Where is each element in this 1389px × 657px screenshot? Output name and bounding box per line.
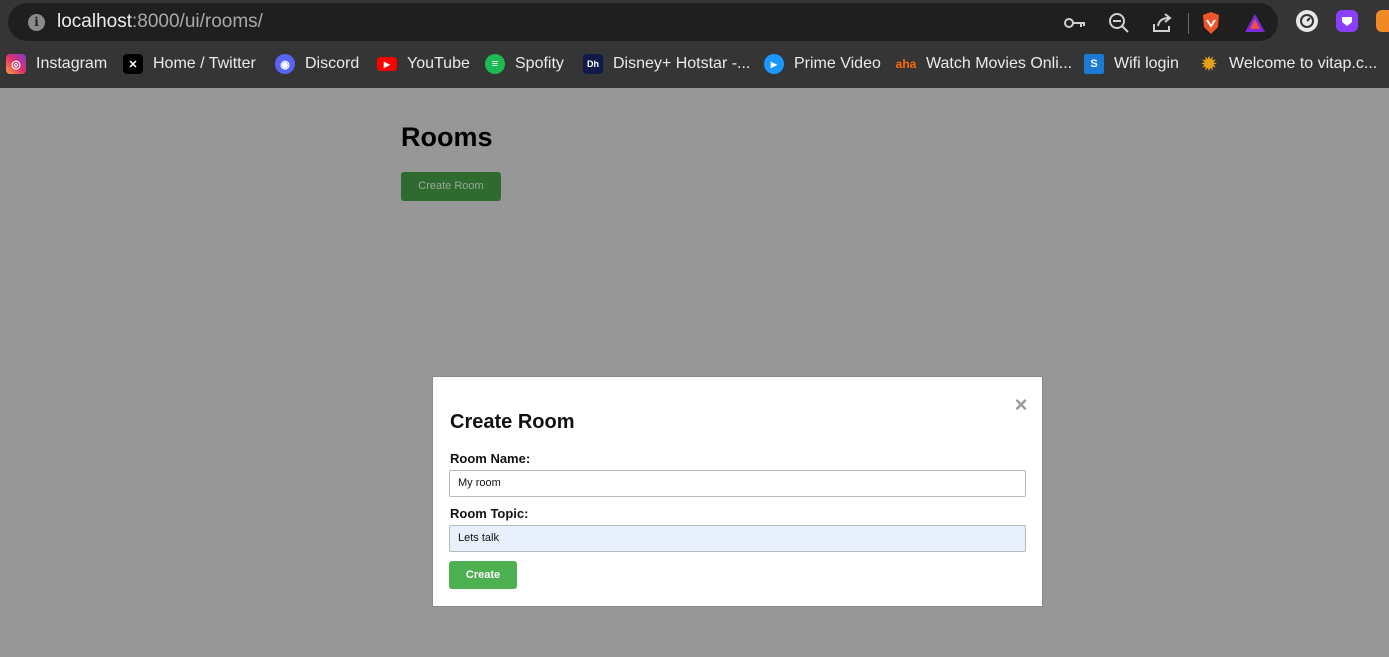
x-twitter-icon: ✕ [123, 54, 143, 74]
vitap-icon: ✹ [1201, 53, 1217, 74]
url-host: localhost [57, 11, 132, 32]
address-bar[interactable]: i localhost:8000/ui/rooms/ [8, 3, 1278, 41]
hotstar-icon: Dh [583, 54, 603, 74]
aha-icon: aha [895, 57, 917, 71]
room-name-label: Room Name: [450, 451, 531, 466]
bookmark-youtube[interactable]: ▶ YouTube [377, 50, 470, 78]
bookmark-label: Wifi login [1114, 55, 1179, 72]
brave-shields-icon[interactable] [1198, 10, 1224, 36]
modal-title: Create Room [450, 411, 575, 433]
bookmark-label: Prime Video [794, 55, 881, 72]
share-icon[interactable] [1149, 10, 1175, 36]
bookmark-hotstar[interactable]: Dh Disney+ Hotstar -... [583, 50, 750, 78]
bookmark-twitter[interactable]: ✕ Home / Twitter [123, 50, 256, 78]
bookmark-label: YouTube [407, 55, 470, 72]
bookmark-label: Spofity [515, 55, 564, 72]
bookmark-vitap[interactable]: ✹ Welcome to vitap.c... [1199, 50, 1377, 78]
bookmark-label: Disney+ Hotstar -... [613, 55, 751, 72]
brave-rewards-icon[interactable] [1242, 10, 1268, 36]
url-path: :8000/ui/rooms/ [132, 11, 263, 32]
bookmark-wifi-login[interactable]: S Wifi login [1084, 50, 1179, 78]
room-name-input[interactable]: My room [449, 470, 1026, 497]
bookmark-label: Home / Twitter [153, 55, 256, 72]
create-room-modal: × Create Room Room Name: My room Room To… [432, 376, 1043, 607]
room-topic-input[interactable]: Lets talk [449, 525, 1026, 552]
bookmark-discord[interactable]: ◉ Discord [275, 50, 359, 78]
toolbar-separator [1188, 13, 1189, 34]
extension-purple-icon[interactable] [1336, 10, 1358, 32]
discord-icon: ◉ [275, 54, 295, 74]
extension-speedometer-icon[interactable] [1296, 10, 1318, 32]
site-info-icon[interactable]: i [28, 14, 45, 31]
instagram-icon: ◎ [6, 54, 26, 74]
create-room-button[interactable]: Create Room [401, 172, 501, 201]
wifi-login-icon: S [1084, 54, 1104, 74]
page-title: Rooms [401, 122, 493, 152]
bookmark-instagram[interactable]: ◎ Instagram [6, 50, 107, 78]
password-key-icon[interactable] [1062, 10, 1088, 36]
bookmark-label: Welcome to vitap.c... [1229, 55, 1378, 72]
browser-chrome: i localhost:8000/ui/rooms/ ◎ Instagram ✕… [0, 0, 1389, 88]
bookmark-label: Discord [305, 55, 360, 72]
spotify-icon: ≡ [485, 54, 505, 74]
bookmark-prime-video[interactable]: ▶ Prime Video [764, 50, 881, 78]
bookmark-spotify[interactable]: ≡ Spofity [485, 50, 564, 78]
url-text[interactable]: localhost:8000/ui/rooms/ [57, 11, 263, 33]
youtube-icon: ▶ [377, 57, 397, 71]
close-icon[interactable]: × [1011, 394, 1031, 416]
bookmarks-bar: ◎ Instagram ✕ Home / Twitter ◉ Discord ▶… [0, 50, 1389, 80]
bookmark-label: Watch Movies Onli... [926, 55, 1073, 72]
extension-metamask-icon[interactable] [1376, 10, 1389, 32]
zoom-out-icon[interactable] [1106, 10, 1132, 36]
bookmark-aha[interactable]: aha Watch Movies Onli... [896, 50, 1072, 78]
bookmark-label: Instagram [36, 55, 108, 72]
room-topic-label: Room Topic: [450, 506, 529, 521]
prime-video-icon: ▶ [764, 54, 784, 74]
create-submit-button[interactable]: Create [449, 561, 517, 589]
